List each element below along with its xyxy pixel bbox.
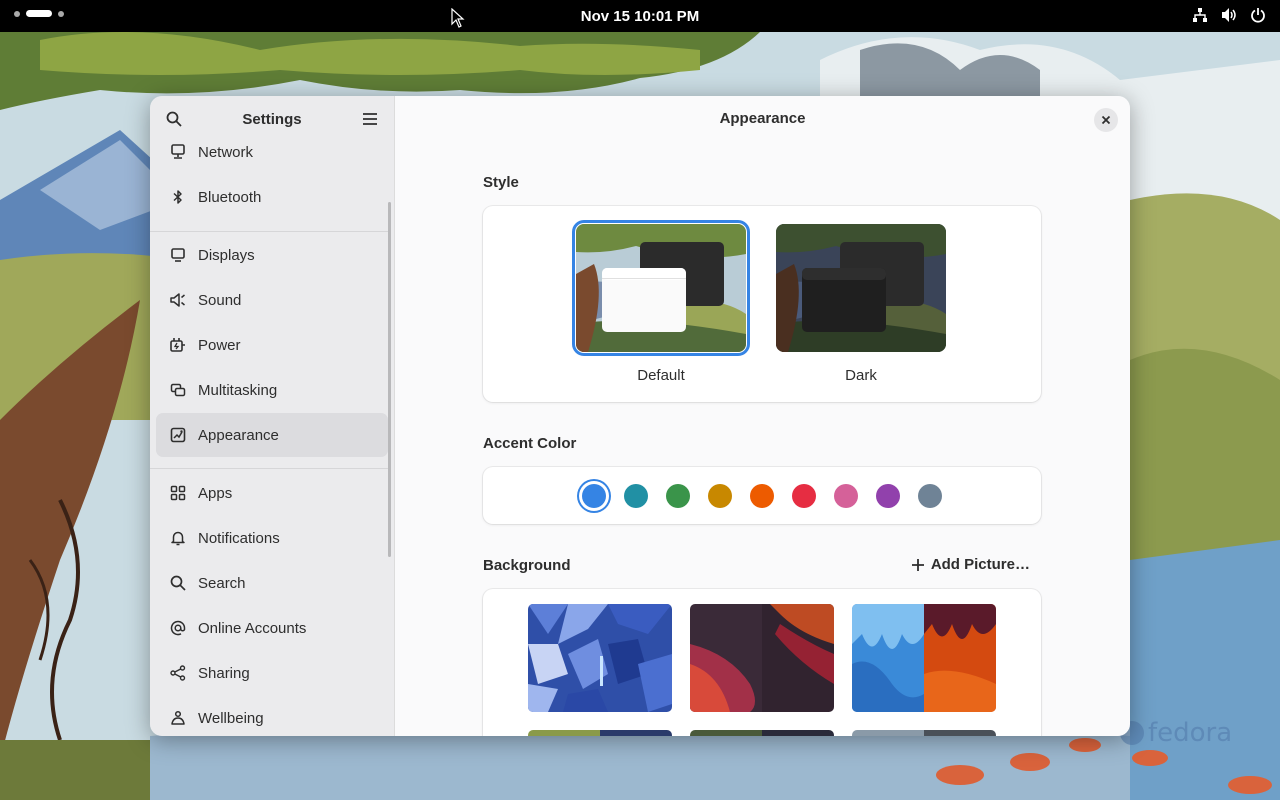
accent-color-swatch[interactable] [918, 484, 942, 508]
sidebar-item-label: Multitasking [198, 381, 278, 399]
background-card [483, 589, 1041, 736]
appearance-icon [170, 427, 186, 443]
network-icon [170, 144, 186, 160]
sidebar: Settings Network Bluetooth Displays Soun… [150, 96, 395, 736]
sidebar-item-label: Search [198, 574, 246, 592]
fedora-watermark-text: fedora [1148, 718, 1233, 748]
sidebar-item-sharing[interactable]: Sharing [156, 651, 388, 695]
wallpaper-thumbnail[interactable] [528, 730, 672, 736]
accent-color-swatch[interactable] [666, 484, 690, 508]
sidebar-item-apps[interactable]: Apps [156, 471, 388, 515]
style-option-default[interactable]: Default [571, 220, 751, 384]
wallpaper-thumbnail[interactable] [528, 604, 672, 712]
sidebar-item-search[interactable]: Search [156, 561, 388, 605]
style-dark-preview [776, 224, 946, 352]
fedora-watermark: fedora [1120, 718, 1232, 748]
apps-grid-icon [170, 485, 186, 501]
sidebar-item-displays[interactable]: Displays [156, 233, 388, 277]
sidebar-separator [150, 231, 390, 232]
sidebar-item-label: Online Accounts [198, 619, 307, 637]
system-tray[interactable] [1192, 7, 1266, 23]
sidebar-item-label: Power [198, 336, 241, 354]
sidebar-item-multitasking[interactable]: Multitasking [156, 368, 388, 412]
sidebar-item-network[interactable]: Network [156, 142, 388, 174]
plus-icon [911, 558, 924, 571]
style-option-label: Default [637, 367, 685, 384]
speaker-icon [170, 292, 186, 308]
accent-color-swatch[interactable] [750, 484, 774, 508]
sidebar-list: Network Bluetooth Displays Sound Power M… [150, 142, 394, 736]
sidebar-item-sound[interactable]: Sound [156, 278, 388, 322]
sidebar-item-online-accounts[interactable]: Online Accounts [156, 606, 388, 650]
page-title: Appearance [719, 110, 806, 127]
style-option-dark[interactable]: Dark [771, 224, 951, 384]
close-button[interactable] [1094, 108, 1118, 132]
workspace-dot [14, 10, 20, 17]
multitasking-icon [170, 382, 186, 398]
sidebar-item-wellbeing[interactable]: Wellbeing [156, 696, 388, 736]
sidebar-separator [150, 468, 390, 469]
volume-icon [1220, 7, 1238, 23]
sidebar-item-label: Bluetooth [198, 188, 262, 206]
wellbeing-icon [170, 710, 186, 726]
sidebar-item-label: Displays [198, 246, 255, 264]
sidebar-item-label: Apps [198, 484, 233, 502]
power-menu-icon [1250, 7, 1266, 23]
style-option-label: Dark [845, 367, 877, 384]
display-icon [170, 247, 186, 263]
accent-color-swatch[interactable] [792, 484, 816, 508]
sidebar-title: Settings [242, 110, 302, 128]
close-icon [1101, 115, 1111, 125]
clock[interactable]: Nov 15 10:01 PM [581, 8, 699, 25]
sidebar-item-bluetooth[interactable]: Bluetooth [156, 175, 388, 219]
add-picture-label: Add Picture… [930, 556, 1030, 573]
sidebar-item-notifications[interactable]: Notifications [156, 516, 388, 560]
sidebar-item-label: Wellbeing [198, 709, 264, 727]
search-button[interactable] [164, 109, 184, 129]
main-menu-button[interactable] [360, 109, 380, 129]
activities-button[interactable] [14, 10, 64, 17]
settings-window: Settings Network Bluetooth Displays Soun… [150, 96, 1130, 736]
search-icon [166, 111, 182, 127]
accent-color-swatch[interactable] [624, 484, 648, 508]
background-section-label: Background [483, 557, 571, 574]
at-sign-icon [170, 620, 186, 636]
workspace-dot [58, 10, 64, 17]
wallpaper-thumbnail[interactable] [690, 730, 834, 736]
accent-color-card [483, 467, 1041, 524]
workspace-active-indicator [26, 10, 52, 17]
sidebar-item-label: Sound [198, 291, 242, 309]
search-icon [170, 575, 186, 591]
bluetooth-icon [170, 189, 186, 205]
accent-color-section-label: Accent Color [483, 435, 577, 452]
network-status-icon [1192, 7, 1208, 23]
add-picture-button[interactable]: Add Picture… [911, 556, 1030, 573]
sidebar-item-power[interactable]: Power [156, 323, 388, 367]
style-default-preview [572, 220, 750, 356]
accent-color-swatch[interactable] [876, 484, 900, 508]
bell-icon [170, 530, 186, 546]
wallpaper-thumbnail[interactable] [852, 604, 996, 712]
wallpaper-thumbnail[interactable] [852, 730, 996, 736]
hamburger-menu-icon [363, 113, 377, 125]
accent-color-swatch[interactable] [834, 484, 858, 508]
power-icon [170, 337, 186, 353]
share-icon [170, 665, 186, 681]
style-section-label: Style [483, 174, 519, 191]
wallpaper-thumbnail[interactable] [690, 604, 834, 712]
accent-color-swatch[interactable] [582, 484, 606, 508]
sidebar-header: Settings [150, 96, 394, 142]
sidebar-item-label: Network [198, 143, 254, 161]
top-bar: Nov 15 10:01 PM [0, 0, 1280, 32]
style-card: Default Dark [483, 206, 1041, 402]
appearance-page: Appearance Style Default Dark Accent Col… [395, 96, 1130, 736]
sidebar-item-label: Appearance [198, 426, 279, 444]
accent-color-swatch[interactable] [708, 484, 732, 508]
sidebar-item-label: Notifications [198, 529, 280, 547]
sidebar-item-appearance[interactable]: Appearance [156, 413, 388, 457]
mouse-pointer-icon [451, 8, 465, 28]
sidebar-item-label: Sharing [198, 664, 250, 682]
sidebar-scrollbar[interactable] [388, 202, 391, 557]
